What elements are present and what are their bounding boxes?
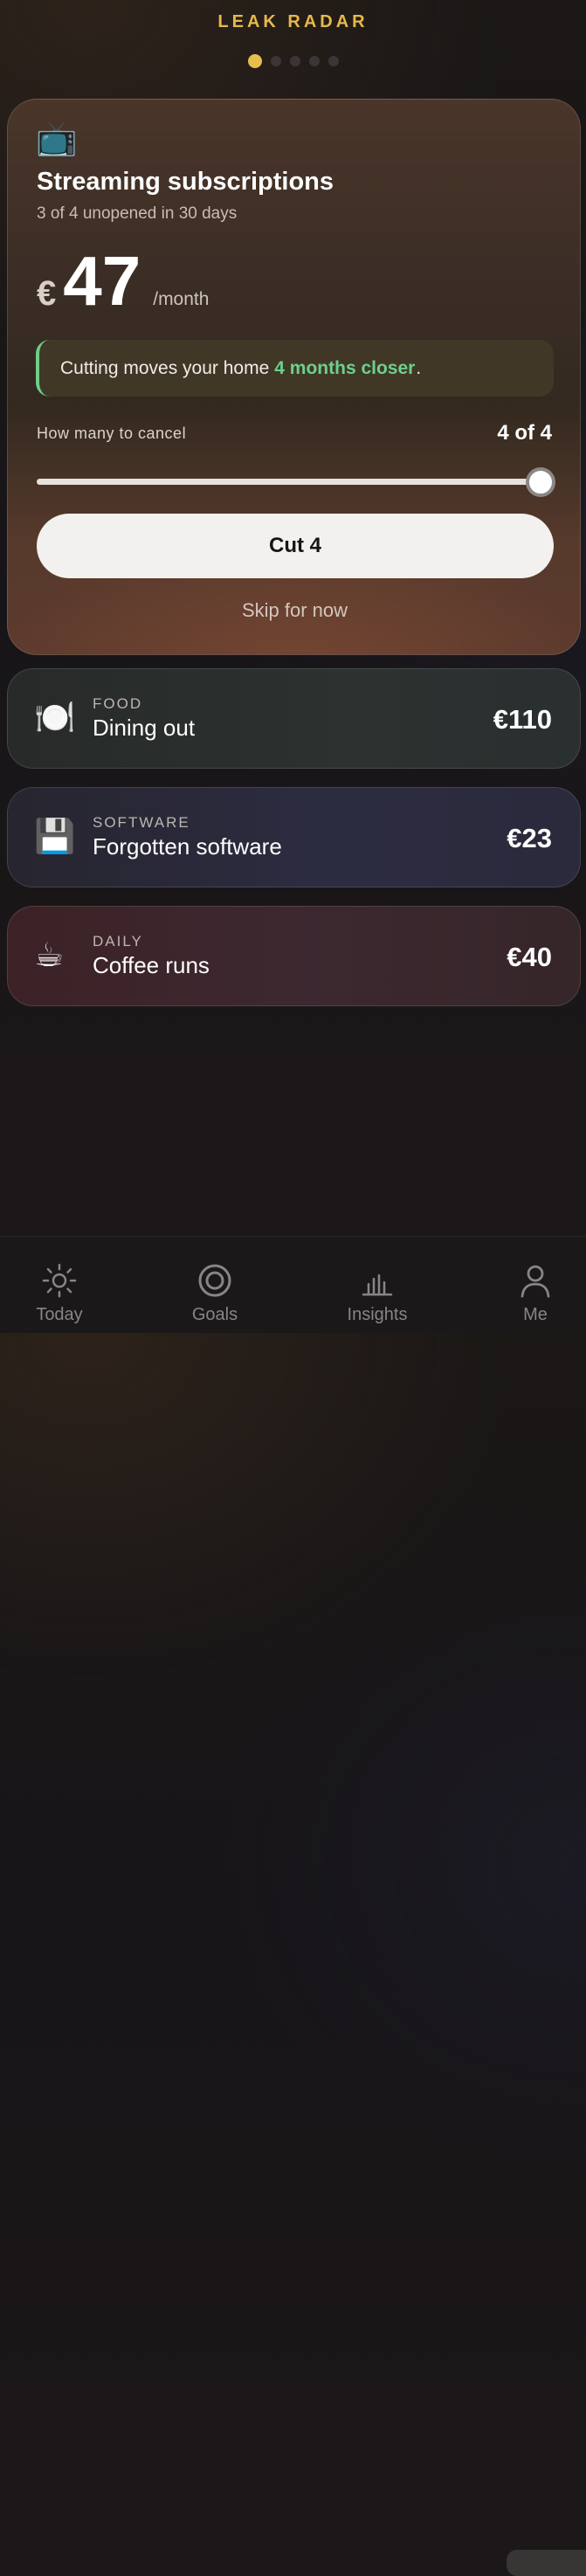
floppy-disk-icon: 💾 <box>34 818 76 855</box>
leak-amount: €40 <box>507 942 552 972</box>
leak-card-coffee[interactable]: ☕ DAILY Coffee runs €40 <box>7 906 581 1006</box>
nav-label: Insights <box>347 1305 408 1324</box>
leak-category: SOFTWARE <box>93 814 190 831</box>
bottom-nav: Today Goals Insights Me <box>0 1236 586 2576</box>
cancel-count-value: 4 of 4 <box>497 421 552 445</box>
leak-name: Forgotten software <box>93 833 282 860</box>
person-icon <box>521 1265 550 1298</box>
leak-amount: €110 <box>493 704 552 735</box>
price-amount: 47 <box>63 242 141 320</box>
cancel-slider-thumb[interactable] <box>526 467 555 497</box>
cancel-slider[interactable] <box>37 479 540 485</box>
target-icon <box>198 1264 231 1297</box>
leak-name: Dining out <box>93 715 196 741</box>
leak-title: Streaming subscriptions <box>37 168 334 196</box>
page-title: LEAK RADAR <box>217 12 369 31</box>
callout-text: Cutting moves your home <box>60 357 270 378</box>
leak-card-dining[interactable]: 🍽️ FOOD Dining out €110 <box>7 668 581 769</box>
page-dot-4[interactable] <box>308 56 320 66</box>
leak-hero-card: 📺 Streaming subscriptions 3 of 4 unopene… <box>7 99 581 655</box>
tv-icon: 📺 <box>36 121 78 157</box>
page-dot-1[interactable] <box>247 54 262 68</box>
leak-card-software[interactable]: 💾 SOFTWARE Forgotten software €23 <box>7 787 581 887</box>
leak-subtitle: 3 of 4 unopened in 30 days <box>37 204 238 223</box>
coffee-cup-icon: ☕ <box>34 937 65 974</box>
leak-category: DAILY <box>93 933 143 950</box>
page-dot-5[interactable] <box>327 56 339 66</box>
nav-today[interactable]: Today <box>16 1237 103 1333</box>
home-indicator <box>507 2550 586 2576</box>
nav-goals[interactable]: Goals <box>171 1237 259 1333</box>
skip-link[interactable]: Skip for now <box>8 599 580 622</box>
callout-suffix: . <box>416 357 422 378</box>
currency-symbol: € <box>37 274 57 313</box>
nav-label: Today <box>36 1305 83 1324</box>
impact-callout: Cutting moves your home 4 months closer … <box>36 340 554 397</box>
bar-chart-icon <box>362 1274 393 1296</box>
callout-highlight: 4 months closer <box>274 357 416 378</box>
nav-insights[interactable]: Insights <box>334 1237 421 1333</box>
page-dot-2[interactable] <box>270 56 281 66</box>
nav-label: Goals <box>191 1305 238 1324</box>
nav-me[interactable]: Me <box>492 1237 579 1333</box>
leak-name: Coffee runs <box>93 952 210 978</box>
cut-button[interactable]: Cut 4 <box>37 514 554 578</box>
page-dot-3[interactable] <box>289 56 300 66</box>
sun-icon <box>42 1263 77 1298</box>
plate-icon: 🍽️ <box>34 700 76 736</box>
cancel-count-label: How many to cancel <box>37 425 187 442</box>
leak-category: FOOD <box>93 695 143 712</box>
price-period: /month <box>153 289 210 309</box>
leak-amount: €23 <box>507 823 552 853</box>
nav-label: Me <box>523 1305 548 1324</box>
monthly-price: € 47 /month <box>37 246 209 316</box>
page-indicator[interactable] <box>0 54 586 68</box>
